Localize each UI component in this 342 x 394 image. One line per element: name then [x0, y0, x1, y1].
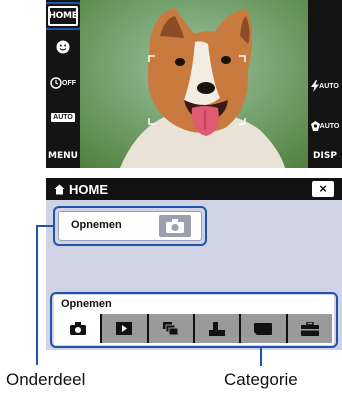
tab-shooting[interactable]	[56, 314, 103, 343]
panel-title-bar: HOME ×	[46, 178, 342, 200]
camera-icon	[70, 322, 87, 335]
item-opnemen-button[interactable]: Opnemen	[58, 211, 202, 241]
live-view	[80, 0, 308, 168]
self-timer-label: OFF	[62, 79, 76, 87]
camera-screen: HOME OFF AUTO MENU AUTO AUTO DISP	[46, 0, 342, 168]
red-eye-auto-label: AUTO	[319, 122, 340, 130]
house-icon	[54, 184, 65, 194]
tab-print[interactable]	[194, 314, 242, 343]
toolbox-icon	[300, 321, 319, 336]
disp-button[interactable]: DISP	[308, 151, 342, 161]
tab-memory-card[interactable]	[241, 314, 288, 343]
memory-card-icon	[254, 322, 273, 335]
item-callout-top	[36, 225, 48, 227]
smile-face-icon[interactable]	[46, 38, 80, 56]
item-callout-vertical	[36, 225, 38, 365]
self-timer-off-icon[interactable]: OFF	[46, 74, 80, 92]
menu-button[interactable]: MENU	[46, 151, 80, 161]
tab-slideshow[interactable]	[148, 314, 195, 343]
slideshow-icon	[162, 321, 179, 335]
dog-photo	[80, 0, 308, 168]
flash-auto-label: AUTO	[319, 82, 339, 90]
red-eye-auto-icon[interactable]: AUTO	[308, 118, 342, 134]
left-sidebar: HOME OFF AUTO MENU	[46, 0, 82, 168]
flash-auto-icon[interactable]: AUTO	[308, 78, 342, 94]
print-icon	[209, 321, 226, 336]
category-callout-label: Categorie	[224, 370, 298, 389]
tab-settings[interactable]	[287, 314, 332, 343]
right-sidebar: AUTO AUTO DISP	[308, 0, 342, 168]
panel-title: HOME	[69, 181, 108, 197]
home-menu-panel: HOME × Opnemen Opnemen	[46, 178, 342, 350]
category-tabs	[56, 314, 332, 343]
scene-auto-icon[interactable]: AUTO	[46, 108, 80, 126]
tab-playback[interactable]	[102, 314, 149, 343]
scene-auto-label: AUTO	[51, 112, 75, 122]
camera-icon	[159, 215, 191, 237]
category-callout-line	[260, 346, 262, 366]
item-callout-label: Onderdeel	[6, 370, 86, 389]
home-button[interactable]: HOME	[48, 6, 78, 26]
close-button[interactable]: ×	[312, 181, 334, 197]
play-icon	[116, 322, 133, 335]
category-bar: Opnemen	[54, 295, 334, 345]
item-label: Opnemen	[71, 219, 122, 231]
category-label: Opnemen	[61, 298, 112, 310]
